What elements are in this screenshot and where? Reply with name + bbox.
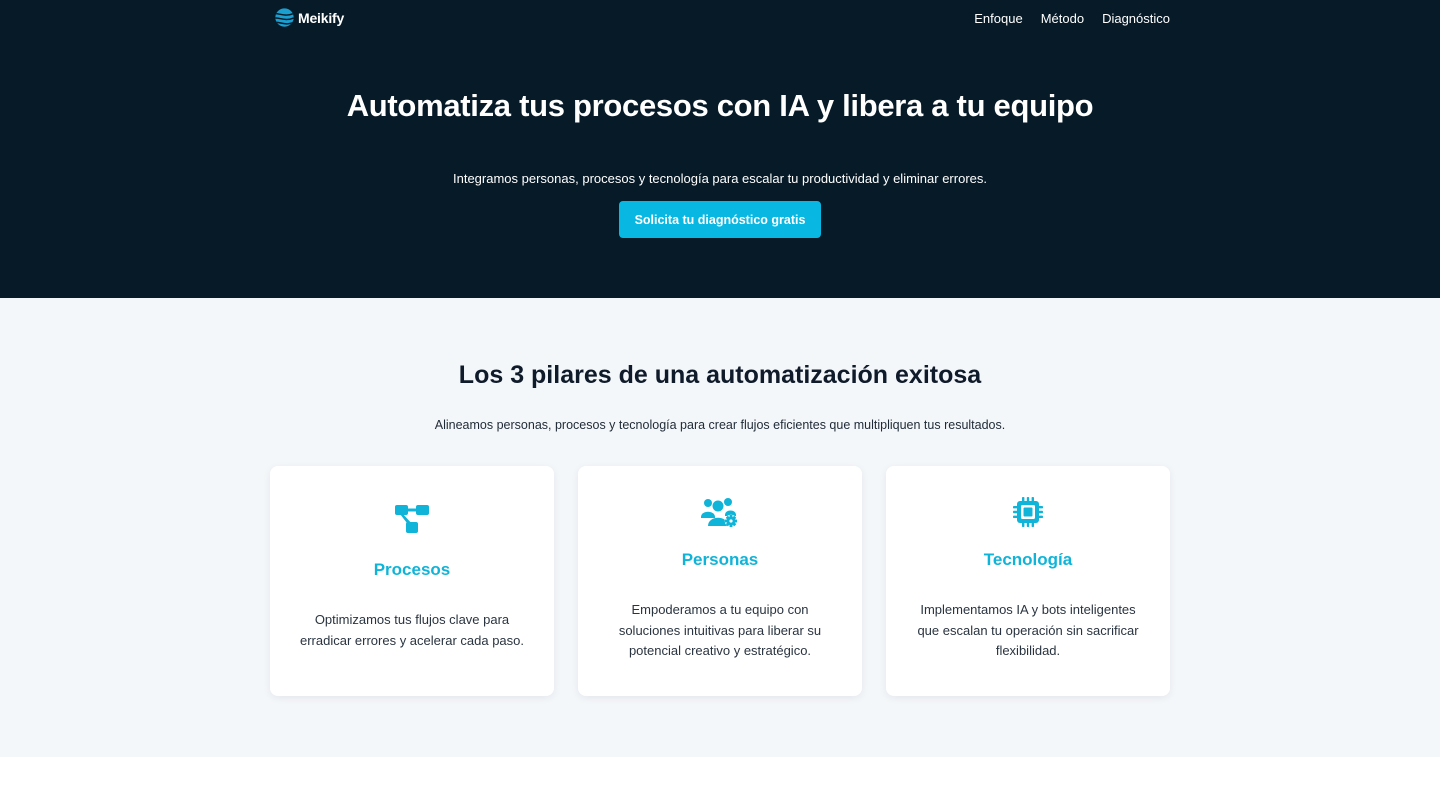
pillars-section: Los 3 pilares de una automatización exit… <box>0 298 1440 757</box>
nav-link-enfoque[interactable]: Enfoque <box>974 11 1022 26</box>
wave-sphere-icon <box>275 8 294 27</box>
hero-section: Meikify Enfoque Método Diagnóstico Autom… <box>0 0 1440 298</box>
pillars-subtitle: Alineamos personas, procesos y tecnologí… <box>434 418 1006 432</box>
hero-subtitle: Integramos personas, procesos y tecnolog… <box>453 171 987 186</box>
users-gear-icon <box>701 498 738 528</box>
pillar-title: Procesos <box>373 560 451 579</box>
top-navbar: Meikify Enfoque Método Diagnóstico <box>270 0 1170 38</box>
pillar-card-personas: Personas Empoderamos a tu equipo con sol… <box>578 466 862 696</box>
nav-link-metodo[interactable]: Método <box>1041 11 1084 26</box>
pillar-title: Personas <box>681 550 759 569</box>
brand-name: Meikify <box>298 9 345 26</box>
hero-title: Automatiza tus procesos con IA y libera … <box>346 88 1094 123</box>
pillar-text: Implementamos IA y bots inteligentes que… <box>917 602 1139 658</box>
pillar-text: Empoderamos a tu equipo con soluciones i… <box>618 602 822 658</box>
microchip-icon <box>1013 497 1043 527</box>
pillar-card-tecnologia: Tecnología Implementamos IA y bots intel… <box>886 466 1170 696</box>
nav-links: Enfoque Método Diagnóstico <box>974 11 1170 26</box>
brand-logo[interactable]: Meikify <box>274 7 344 28</box>
nav-link-diagnostico[interactable]: Diagnóstico <box>1102 11 1170 26</box>
pillar-text: Optimizamos tus flujos clave para erradi… <box>300 612 524 648</box>
pillars-title: Los 3 pilares de una automatización exit… <box>458 361 982 389</box>
pillar-card-procesos: Procesos Optimizamos tus flujos clave pa… <box>270 466 554 696</box>
cta-diagnostic-button[interactable]: Solicita tu diagnóstico gratis <box>619 201 821 238</box>
flowchart-icon <box>395 505 429 533</box>
pillar-title: Tecnología <box>983 550 1073 569</box>
